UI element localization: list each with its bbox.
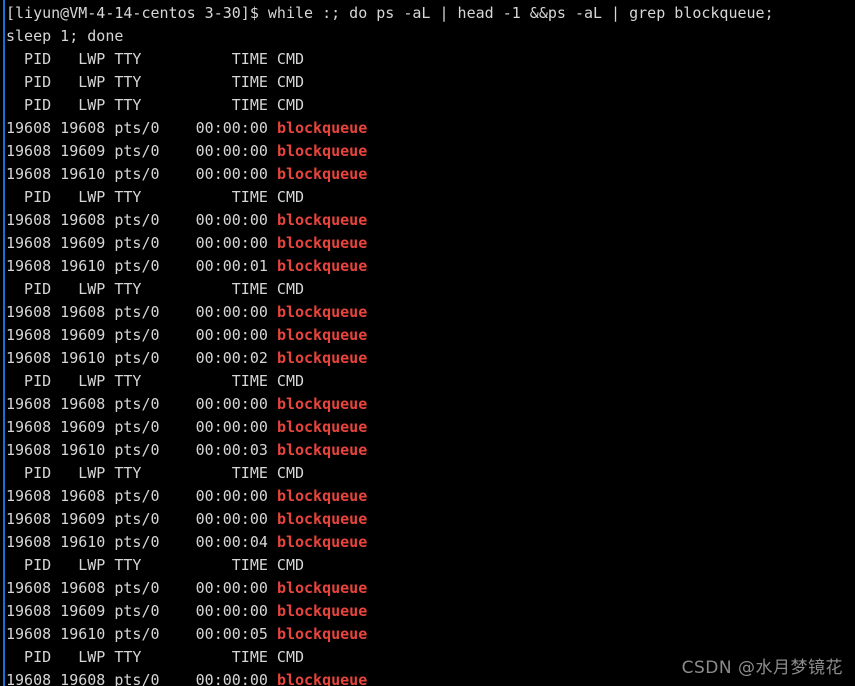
ps-row-command-name: blockqueue [276,441,368,459]
terminal-left-accent-bar [3,0,5,686]
ps-row-fields: 19608 19608 pts/0 00:00:00 [6,395,277,413]
ps-row-fields: 19608 19609 pts/0 00:00:00 [6,602,277,620]
ps-process-row: 19608 19609 pts/0 00:00:00 blockqueue [6,508,855,531]
ps-header-row: PID LWP TTY TIME CMD [6,648,305,666]
terminal-output-area[interactable]: [liyun@VM-4-14-centos 3-30]$ while :; do… [0,0,855,686]
ps-row-command-name: blockqueue [276,326,368,344]
ps-row-fields: 19608 19608 pts/0 00:00:00 [6,671,277,686]
ps-process-row: 19608 19610 pts/0 00:00:03 blockqueue [6,439,855,462]
ps-process-row: 19608 19609 pts/0 00:00:00 blockqueue [6,600,855,623]
ps-process-row: 19608 19609 pts/0 00:00:00 blockqueue [6,140,855,163]
ps-row-fields: 19608 19608 pts/0 00:00:00 [6,303,277,321]
ps-process-row: 19608 19610 pts/0 00:00:05 blockqueue [6,623,855,646]
terminal-command-line: [liyun@VM-4-14-centos 3-30]$ while :; do… [6,4,774,22]
ps-row-fields: 19608 19608 pts/0 00:00:00 [6,487,277,505]
ps-process-row: 19608 19609 pts/0 00:00:00 blockqueue [6,324,855,347]
ps-row-fields: 19608 19608 pts/0 00:00:00 [6,211,277,229]
ps-process-row: 19608 19608 pts/0 00:00:00 blockqueue [6,301,855,324]
ps-row-fields: 19608 19610 pts/0 00:00:03 [6,441,277,459]
ps-row-fields: 19608 19608 pts/0 00:00:00 [6,119,277,137]
ps-row-fields: 19608 19609 pts/0 00:00:00 [6,142,277,160]
ps-header-row: PID LWP TTY TIME CMD [6,50,305,68]
ps-process-row: 19608 19610 pts/0 00:00:00 blockqueue [6,163,855,186]
ps-process-row: 19608 19608 pts/0 00:00:00 blockqueue [6,393,855,416]
ps-row-command-name: blockqueue [276,349,368,367]
ps-header-row: PID LWP TTY TIME CMD [6,556,305,574]
ps-row-fields: 19608 19610 pts/0 00:00:00 [6,165,277,183]
ps-row-command-name: blockqueue [276,625,368,643]
ps-header-row: PID LWP TTY TIME CMD [6,96,305,114]
ps-process-row: 19608 19608 pts/0 00:00:00 blockqueue [6,209,855,232]
ps-row-command-name: blockqueue [276,671,368,686]
ps-row-fields: 19608 19609 pts/0 00:00:00 [6,234,277,252]
ps-row-command-name: blockqueue [276,165,368,183]
ps-process-row: 19608 19608 pts/0 00:00:00 blockqueue [6,485,855,508]
ps-process-row: 19608 19608 pts/0 00:00:00 blockqueue [6,577,855,600]
ps-row-fields: 19608 19609 pts/0 00:00:00 [6,418,277,436]
ps-row-command-name: blockqueue [276,510,368,528]
ps-process-row: 19608 19609 pts/0 00:00:00 blockqueue [6,416,855,439]
ps-row-command-name: blockqueue [276,602,368,620]
ps-row-command-name: blockqueue [276,579,368,597]
ps-process-row: 19608 19609 pts/0 00:00:00 blockqueue [6,232,855,255]
ps-row-fields: 19608 19608 pts/0 00:00:00 [6,579,277,597]
terminal-command-line: sleep 1; done [6,27,124,45]
ps-header-row: PID LWP TTY TIME CMD [6,188,305,206]
ps-row-command-name: blockqueue [276,142,368,160]
ps-process-row: 19608 19610 pts/0 00:00:02 blockqueue [6,347,855,370]
ps-row-fields: 19608 19609 pts/0 00:00:00 [6,510,277,528]
terminal-window[interactable]: [liyun@VM-4-14-centos 3-30]$ while :; do… [0,0,855,686]
ps-row-fields: 19608 19610 pts/0 00:00:04 [6,533,277,551]
ps-process-row: 19608 19608 pts/0 00:00:00 blockqueue [6,117,855,140]
ps-row-command-name: blockqueue [276,234,368,252]
ps-header-row: PID LWP TTY TIME CMD [6,280,305,298]
ps-header-row: PID LWP TTY TIME CMD [6,73,305,91]
ps-header-row: PID LWP TTY TIME CMD [6,464,305,482]
ps-row-command-name: blockqueue [276,211,368,229]
ps-process-row: 19608 19608 pts/0 00:00:00 blockqueue [6,669,855,686]
ps-row-fields: 19608 19610 pts/0 00:00:05 [6,625,277,643]
ps-row-fields: 19608 19609 pts/0 00:00:00 [6,326,277,344]
ps-row-fields: 19608 19610 pts/0 00:00:02 [6,349,277,367]
ps-row-command-name: blockqueue [276,533,368,551]
ps-row-command-name: blockqueue [276,487,368,505]
ps-process-row: 19608 19610 pts/0 00:00:04 blockqueue [6,531,855,554]
ps-row-command-name: blockqueue [276,303,368,321]
ps-row-command-name: blockqueue [276,257,368,275]
ps-header-row: PID LWP TTY TIME CMD [6,372,305,390]
ps-row-command-name: blockqueue [276,119,368,137]
ps-row-command-name: blockqueue [276,395,368,413]
ps-row-fields: 19608 19610 pts/0 00:00:01 [6,257,277,275]
ps-row-command-name: blockqueue [276,418,368,436]
ps-process-row: 19608 19610 pts/0 00:00:01 blockqueue [6,255,855,278]
